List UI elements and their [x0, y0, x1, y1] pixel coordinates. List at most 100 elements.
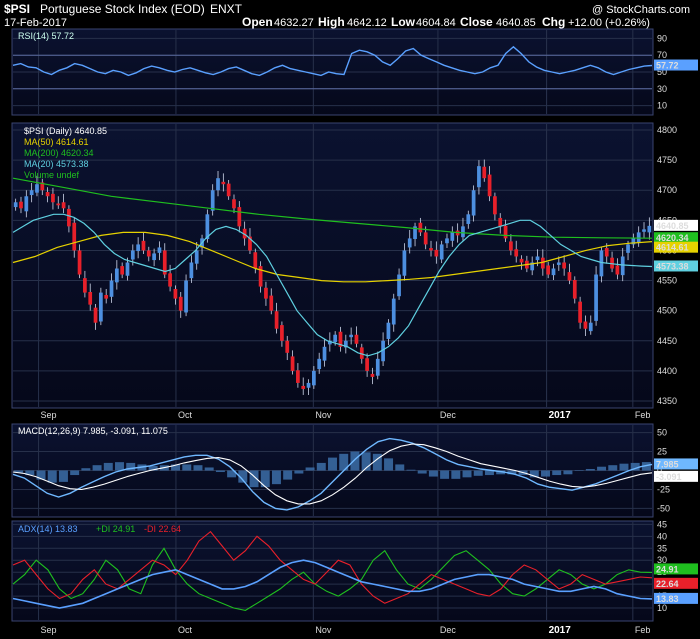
candle-body: [274, 311, 279, 329]
candle-body: [136, 244, 141, 252]
macd-histogram-bar: [440, 470, 450, 479]
low-label: Low: [391, 15, 416, 29]
candle-body: [626, 244, 630, 253]
price-tick-label: 4800: [657, 125, 677, 135]
candle-body: [120, 266, 125, 275]
macd-histogram-bar: [552, 470, 562, 476]
x-label: Feb: [635, 625, 651, 635]
macd-histogram-bar: [608, 465, 618, 471]
candle-body: [519, 258, 524, 263]
macd-histogram-bar: [115, 462, 124, 471]
candle-body: [157, 247, 162, 253]
candle-body: [19, 201, 23, 209]
rsi-legend-text: RSI(14) 57.72: [18, 31, 74, 41]
candle-body: [546, 265, 551, 275]
candle-body: [216, 178, 220, 191]
rsi-legend: RSI(14) 57.72: [18, 31, 74, 41]
candle-body: [429, 248, 433, 251]
candle-body: [583, 321, 588, 329]
macd-histogram-bar: [193, 465, 203, 471]
price-tick-label: 4450: [657, 336, 677, 346]
macd-histogram-bar: [384, 458, 394, 471]
candle-body: [61, 202, 66, 209]
stock-chart: $PSI Portuguese Stock Index (EOD) ENXT 1…: [0, 0, 700, 639]
rsi-tick-label: 10: [657, 101, 667, 111]
candle-body: [407, 238, 412, 248]
macd-histogram-bar: [451, 470, 461, 479]
candle-body: [636, 232, 641, 243]
candle-body: [98, 292, 103, 322]
candle-body: [434, 249, 439, 257]
candle-body: [296, 370, 300, 383]
price-legend-title: $PSI (Daily) 4640.85: [24, 126, 107, 136]
x-label: Feb: [635, 410, 651, 420]
adx-tick-label: 35: [657, 543, 667, 553]
candle-body: [301, 385, 306, 389]
macd-tick-label: 50: [657, 428, 667, 438]
candle-body: [237, 207, 242, 227]
macd-histogram-bar: [585, 468, 595, 471]
watermark: @ StockCharts.com: [592, 4, 690, 16]
close-value: 4640.85: [496, 17, 536, 29]
x-label: Sep: [41, 410, 57, 420]
macd-legend: MACD(12,26,9) 7.985, -3.091, 11.075: [18, 426, 168, 436]
x-label: Sep: [41, 625, 57, 635]
candle-body: [391, 298, 396, 325]
macd-histogram-bar: [597, 466, 607, 471]
candle-body: [306, 382, 311, 388]
price-last-label-2: 4614.61: [656, 243, 689, 253]
candle-body: [599, 250, 604, 277]
price-tick-label: 4550: [657, 276, 677, 286]
candle-body: [370, 373, 375, 377]
macd-last-label: 7.985: [656, 459, 679, 469]
macd-histogram-bar: [305, 467, 315, 471]
x-label: Dec: [440, 410, 457, 420]
chg-label: Chg: [542, 15, 565, 29]
candle-body: [311, 370, 316, 386]
candle-body: [285, 340, 290, 353]
price-tick-label: 4700: [657, 185, 677, 195]
exchange: ENXT: [210, 2, 243, 16]
candle-body: [477, 166, 481, 188]
macd-tick-label: -25: [657, 484, 670, 494]
x-label: Nov: [315, 410, 332, 420]
price-last-label-3: 4573.38: [656, 261, 689, 271]
volume-legend: Volume undef: [24, 170, 80, 180]
candle-body: [567, 272, 572, 281]
candle-body: [588, 322, 593, 332]
price-tick-label: 4750: [657, 155, 677, 165]
adx-last-label: 13.83: [656, 594, 679, 604]
macd-tick-label: 25: [657, 447, 667, 457]
candle-body: [104, 295, 109, 299]
ma50-legend: MA(50) 4614.61: [24, 137, 89, 147]
x-label: Nov: [315, 625, 332, 635]
candle-body: [221, 181, 226, 185]
macd-histogram-bar: [541, 470, 550, 477]
candle-body: [642, 229, 646, 232]
ma20-legend: MA(20) 4573.38: [24, 159, 89, 169]
candle-body: [232, 199, 236, 209]
macd-histogram-bar: [395, 464, 405, 471]
candle-body: [498, 217, 503, 227]
candle-body: [269, 295, 274, 311]
candle-body: [317, 358, 322, 370]
candle-body: [461, 226, 465, 238]
index-name: Portuguese Stock Index (EOD): [40, 2, 205, 16]
candle-body: [77, 250, 82, 275]
open-label: Open: [242, 15, 273, 29]
chg-value: +12.00 (+0.26%): [568, 17, 650, 29]
candle-body: [397, 274, 401, 297]
macd-histogram-bar: [58, 470, 68, 482]
candle-body: [487, 174, 492, 197]
macd-histogram-bar: [81, 468, 91, 471]
candle-body: [333, 334, 338, 342]
candle-body: [13, 202, 18, 208]
candle-body: [439, 244, 444, 260]
candle-body: [45, 192, 50, 197]
candle-body: [280, 325, 284, 341]
macd-histogram-bar: [47, 470, 57, 483]
candle-body: [24, 196, 29, 212]
candle-body: [562, 262, 567, 269]
plus-di-last-label: 24.91: [656, 564, 679, 574]
x-label: 2017: [549, 410, 572, 421]
